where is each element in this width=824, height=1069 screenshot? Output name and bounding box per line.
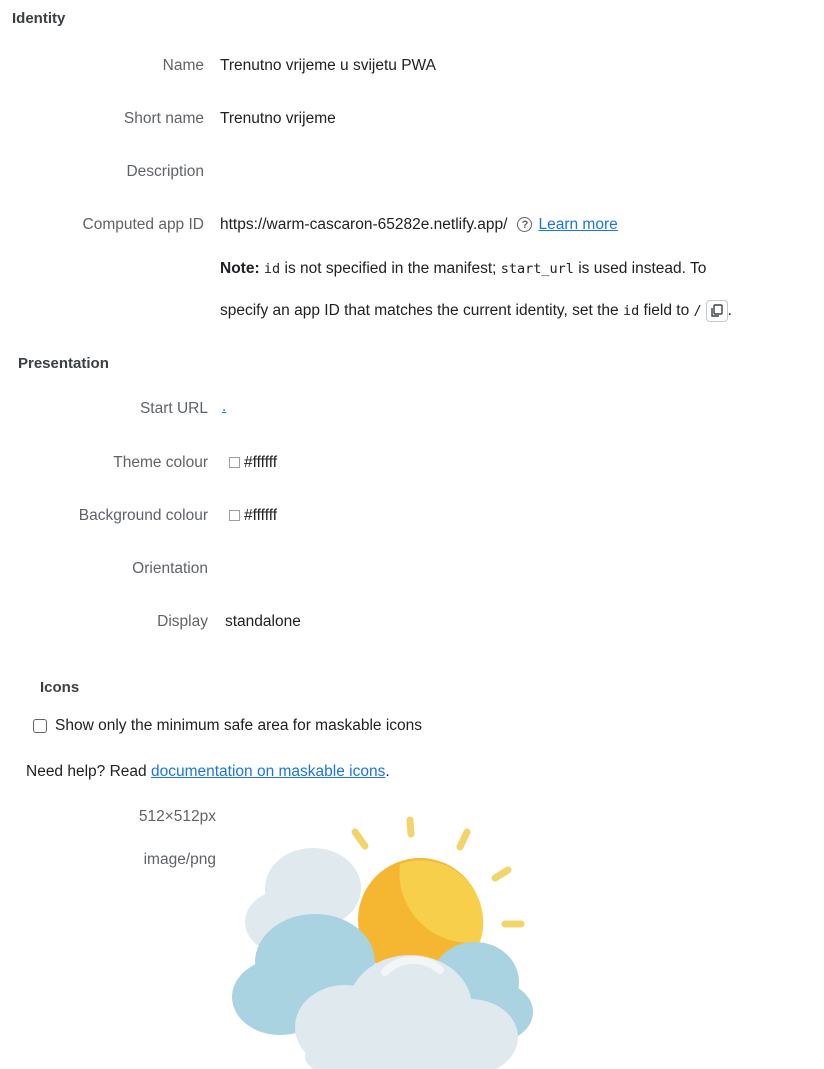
identity-heading: Identity bbox=[12, 10, 66, 27]
note-line2-end: . bbox=[727, 302, 732, 320]
display-value: standalone bbox=[225, 613, 301, 630]
icon-type-label: image/png bbox=[143, 851, 216, 868]
theme-colour-value: #ffffff bbox=[244, 454, 278, 471]
note-code-id: id bbox=[263, 261, 281, 277]
short-name-label: Short name bbox=[123, 110, 204, 127]
note-line2-code-id: id bbox=[622, 303, 640, 320]
icon-size-label: 512×512px bbox=[138, 808, 216, 825]
app-id-note-line1: Note: id is not specified in the manifes… bbox=[220, 260, 706, 278]
computed-app-id-label: Computed app ID bbox=[82, 216, 205, 233]
name-value: Trenutno vrijeme u svijetu PWA bbox=[220, 57, 436, 74]
name-label: Name bbox=[162, 57, 204, 74]
note-code-start-url: start_url bbox=[500, 261, 574, 277]
short-name-value: Trenutno vrijeme bbox=[220, 110, 336, 127]
maskable-help-row: Need help? Read documentation on maskabl… bbox=[26, 763, 390, 781]
maskable-checkbox-row[interactable]: Show only the minimum safe area for mask… bbox=[33, 717, 422, 735]
note-line2-text: specify an app ID that matches the curre… bbox=[220, 302, 619, 320]
background-colour-swatch bbox=[229, 510, 240, 522]
background-colour-label: Background colour bbox=[78, 507, 208, 524]
maskable-docs-link[interactable]: documentation on maskable icons bbox=[151, 763, 385, 780]
note-text-1: is not specified in the manifest; bbox=[284, 260, 497, 277]
maskable-help-end: . bbox=[385, 763, 390, 780]
background-colour-value-row: #ffffff bbox=[229, 507, 277, 525]
computed-app-id-row: https://warm-cascaron-65282e.netlify.app… bbox=[220, 216, 618, 234]
note-bold: Note: bbox=[220, 260, 260, 277]
theme-colour-value-row: #ffffff bbox=[229, 454, 277, 472]
help-icon[interactable]: ? bbox=[517, 217, 533, 233]
theme-colour-label: Theme colour bbox=[113, 454, 208, 471]
display-label: Display bbox=[157, 613, 208, 630]
copy-icon bbox=[710, 304, 723, 317]
copy-button[interactable] bbox=[705, 300, 728, 322]
learn-more-link[interactable]: Learn more bbox=[538, 216, 617, 233]
orientation-label: Orientation bbox=[132, 560, 208, 577]
start-url-label: Start URL bbox=[139, 400, 208, 417]
start-url-value: . bbox=[222, 398, 226, 416]
icons-heading: Icons bbox=[40, 679, 80, 696]
note-line2-text2: field to bbox=[643, 302, 690, 320]
note-text-2: is used instead. To bbox=[578, 260, 707, 277]
maskable-checkbox[interactable] bbox=[33, 718, 47, 733]
theme-colour-swatch bbox=[229, 457, 240, 469]
app-id-note-line2: specify an app ID that matches the curre… bbox=[220, 300, 732, 322]
description-label: Description bbox=[126, 163, 204, 180]
background-colour-value: #ffffff bbox=[244, 507, 278, 524]
computed-app-id-value: https://warm-cascaron-65282e.netlify.app… bbox=[220, 216, 508, 233]
maskable-help-text: Need help? Read bbox=[26, 763, 147, 780]
presentation-heading: Presentation bbox=[18, 355, 109, 372]
maskable-checkbox-label: Show only the minimum safe area for mask… bbox=[55, 717, 422, 734]
note-line2-code-slash: / bbox=[693, 303, 702, 320]
start-url-link[interactable]: . bbox=[222, 398, 226, 415]
app-icon-image bbox=[232, 816, 533, 1069]
